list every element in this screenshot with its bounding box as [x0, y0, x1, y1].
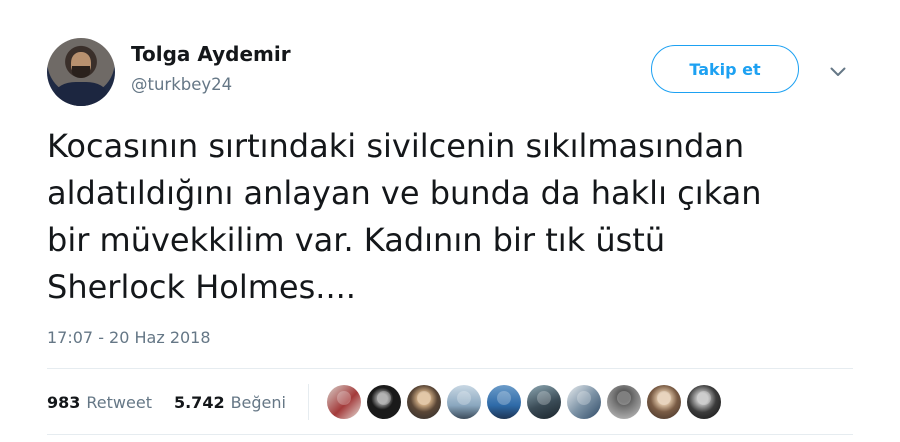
like-label: Beğeni [230, 393, 286, 412]
tweet-card: Tolga Aydemir @turkbey24 Takip et Kocası… [0, 0, 900, 442]
stats-row: 983 Retweet 5.742 Beğeni [47, 393, 286, 412]
retweet-count: 983 [47, 393, 81, 412]
user-handle[interactable]: @turkbey24 [131, 75, 232, 94]
like-stat[interactable]: 5.742 Beğeni [174, 393, 286, 412]
stats-separator [308, 384, 309, 420]
retweet-stat[interactable]: 983 Retweet [47, 393, 152, 412]
liker-avatar[interactable] [527, 385, 561, 419]
liker-avatar[interactable] [447, 385, 481, 419]
divider-bottom [47, 434, 853, 435]
follow-button[interactable]: Takip et [651, 45, 799, 93]
user-name[interactable]: Tolga Aydemir [131, 42, 291, 66]
liker-avatar[interactable] [407, 385, 441, 419]
divider-top [47, 368, 853, 369]
tweet-text: Kocasının sırtındaki sivilcenin sıkılmas… [47, 127, 762, 306]
liker-avatar[interactable] [687, 385, 721, 419]
avatar-body-shape [55, 82, 107, 106]
liker-avatar[interactable] [647, 385, 681, 419]
like-count: 5.742 [173, 393, 225, 412]
avatar[interactable] [47, 38, 115, 106]
avatar-beard-shape [72, 66, 90, 78]
liker-avatar[interactable] [327, 385, 361, 419]
likers-avatars [327, 385, 721, 419]
liker-avatar[interactable] [367, 385, 401, 419]
liker-avatar[interactable] [607, 385, 641, 419]
liker-avatar[interactable] [567, 385, 601, 419]
tweet-timestamp[interactable]: 17:07 - 20 Haz 2018 [47, 328, 211, 347]
retweet-label: Retweet [86, 393, 152, 412]
liker-avatar[interactable] [487, 385, 521, 419]
chevron-down-icon[interactable] [828, 62, 848, 82]
